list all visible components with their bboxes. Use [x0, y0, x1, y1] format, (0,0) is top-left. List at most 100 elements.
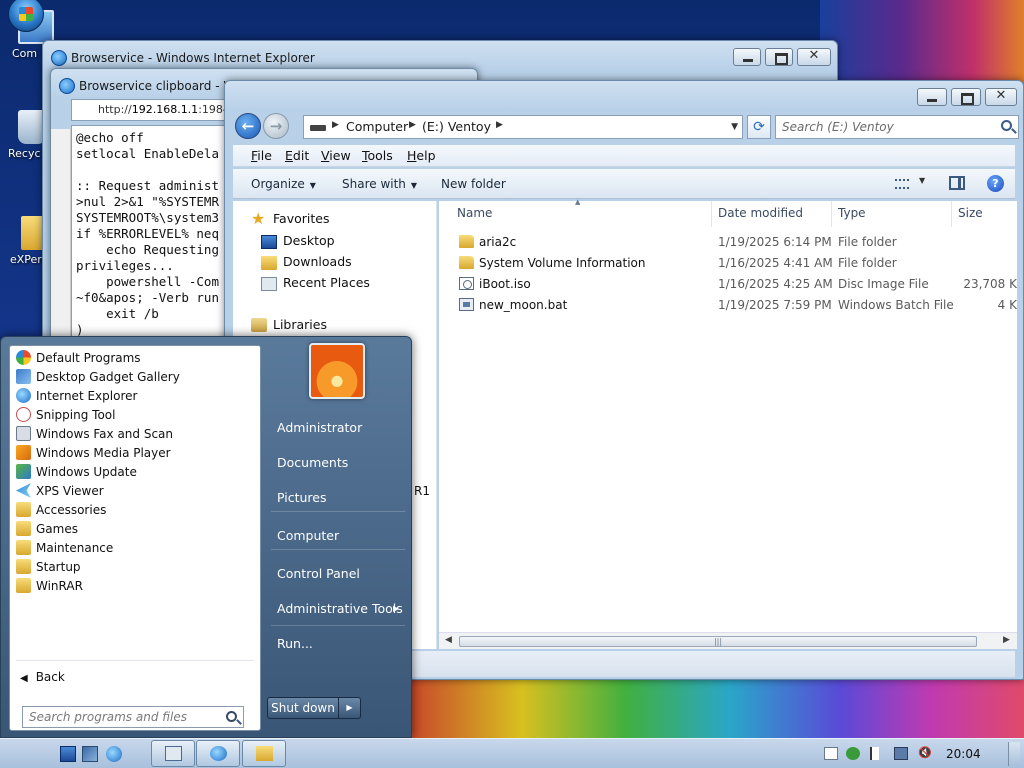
- scroll-left-icon[interactable]: ◀: [445, 635, 452, 645]
- scroll-right-icon[interactable]: ▶: [1003, 635, 1010, 645]
- search-programs-input[interactable]: Search programs and files: [22, 706, 244, 728]
- program-item[interactable]: Windows Update: [14, 462, 254, 481]
- user-picture[interactable]: [309, 343, 365, 399]
- flag-icon[interactable]: [870, 747, 884, 760]
- minimize-button[interactable]: [733, 48, 761, 66]
- file-date: 1/16/2025 4:41 AM: [718, 256, 833, 270]
- security-tray-icon[interactable]: [846, 747, 860, 760]
- maximize-button[interactable]: [951, 88, 981, 106]
- start-right-item[interactable]: Pictures: [277, 490, 327, 505]
- column-name[interactable]: Name: [457, 206, 492, 220]
- refresh-icon: ⟳: [753, 119, 765, 135]
- start-right-item[interactable]: Computer: [277, 528, 339, 543]
- program-item[interactable]: Accessories: [14, 500, 254, 519]
- scrollbar-thumb[interactable]: |||: [459, 636, 977, 647]
- shutdown-options-button[interactable]: ▶: [339, 697, 361, 719]
- program-label: Windows Media Player: [36, 446, 171, 460]
- taskbar-button-browservice[interactable]: [151, 740, 195, 767]
- column-divider[interactable]: [951, 201, 952, 227]
- menu-tools[interactable]: Tools: [362, 148, 393, 163]
- close-button[interactable]: ✕: [985, 88, 1017, 106]
- file-row[interactable]: System Volume Information 1/16/2025 4:41 …: [439, 253, 1017, 274]
- column-size[interactable]: Size: [958, 206, 983, 220]
- column-date-modified[interactable]: Date modified: [718, 206, 803, 220]
- file-type: Disc Image File: [838, 277, 929, 291]
- minimize-button[interactable]: [917, 88, 947, 106]
- nav-item-recent-places[interactable]: Recent Places: [283, 275, 370, 290]
- column-divider[interactable]: [711, 201, 712, 227]
- start-right-item[interactable]: Administrative Tools: [277, 601, 403, 616]
- show-desktop-icon[interactable]: [60, 746, 76, 762]
- file-row[interactable]: new_moon.bat 1/19/2025 7:59 PM Windows Bat…: [439, 295, 1017, 316]
- forward-button[interactable]: →: [263, 113, 289, 139]
- ie-quicklaunch-icon[interactable]: [106, 746, 122, 762]
- switch-windows-icon[interactable]: [82, 746, 98, 762]
- refresh-button[interactable]: ⟳: [747, 115, 771, 139]
- file-name: new_moon.bat: [479, 298, 568, 312]
- file-list: ▲ Name Date modified Type Size aria2c 1/1…: [439, 198, 1017, 649]
- clipboard-text-area[interactable]: @echo off setlocal EnableDela:: Request a…: [71, 125, 231, 345]
- downloads-icon: [261, 256, 277, 270]
- breadcrumb-item[interactable]: Computer: [346, 119, 408, 134]
- nav-item-desktop[interactable]: Desktop: [283, 233, 335, 248]
- shutdown-button[interactable]: Shut down: [267, 697, 339, 719]
- back-button[interactable]: ◀ Back: [20, 670, 65, 684]
- media-player-icon: [16, 445, 31, 460]
- file-row[interactable]: aria2c 1/19/2025 6:14 PM File folder: [439, 232, 1017, 253]
- program-item[interactable]: XPS Viewer: [14, 481, 254, 500]
- nav-libraries[interactable]: Libraries: [273, 317, 327, 332]
- program-item[interactable]: WinRAR: [14, 576, 254, 595]
- chevron-down-icon[interactable]: ▼: [731, 122, 738, 132]
- menu-help[interactable]: Help: [407, 148, 436, 163]
- volume-muted-icon[interactable]: 🔇: [918, 747, 932, 760]
- menu-edit[interactable]: Edit: [285, 148, 309, 163]
- start-right-item[interactable]: Control Panel: [277, 566, 360, 581]
- program-item[interactable]: Maintenance: [14, 538, 254, 557]
- clock[interactable]: 20:04: [946, 747, 981, 761]
- taskbar-button-explorer[interactable]: [242, 740, 286, 767]
- program-item[interactable]: Windows Media Player: [14, 443, 254, 462]
- column-type[interactable]: Type: [838, 206, 866, 220]
- nav-favorites[interactable]: Favorites: [273, 211, 329, 226]
- file-type: File folder: [838, 256, 897, 270]
- program-item[interactable]: Windows Fax and Scan: [14, 424, 254, 443]
- program-item[interactable]: Games: [14, 519, 254, 538]
- file-row[interactable]: iBoot.iso 1/16/2025 4:25 AM Disc Image Fil…: [439, 274, 1017, 295]
- program-item[interactable]: Snipping Tool: [14, 405, 254, 424]
- start-right-item[interactable]: Run...: [277, 636, 313, 651]
- preview-pane-button[interactable]: [949, 176, 965, 190]
- menu-file[interactable]: File: [251, 148, 272, 163]
- start-right-item[interactable]: Documents: [277, 455, 348, 470]
- back-button[interactable]: ←: [235, 113, 261, 139]
- nav-item-downloads[interactable]: Downloads: [283, 254, 352, 269]
- maximize-button[interactable]: [765, 48, 793, 66]
- close-button[interactable]: ✕: [797, 48, 831, 66]
- show-desktop-button[interactable]: [1008, 742, 1020, 766]
- new-folder-button[interactable]: New folder: [441, 177, 506, 191]
- breadcrumb-item[interactable]: (E:) Ventoy: [422, 119, 491, 134]
- chevron-down-icon: ▼: [919, 176, 926, 185]
- program-item[interactable]: Desktop Gadget Gallery: [14, 367, 254, 386]
- change-view-button[interactable]: ▼: [893, 176, 931, 192]
- program-label: XPS Viewer: [36, 484, 104, 498]
- clipboard-tray-icon[interactable]: [824, 747, 838, 760]
- menu-view[interactable]: View: [321, 148, 351, 163]
- search-input[interactable]: Search (E:) Ventoy: [775, 115, 1019, 139]
- start-right-item[interactable]: Administrator: [277, 420, 362, 435]
- help-button[interactable]: ?: [987, 175, 1004, 192]
- program-item[interactable]: Internet Explorer: [14, 386, 254, 405]
- code-line: setlocal EnableDela: [76, 146, 219, 161]
- close-icon: ✕: [808, 48, 820, 63]
- organize-button[interactable]: Organize ▼: [251, 177, 316, 191]
- file-name: aria2c: [479, 235, 517, 249]
- program-item[interactable]: Default Programs: [14, 348, 254, 367]
- taskbar-button-ie[interactable]: [196, 740, 240, 767]
- breadcrumb[interactable]: ▶ Computer ▶ (E:) Ventoy ▶ ▼: [303, 115, 743, 139]
- column-divider[interactable]: [831, 201, 832, 227]
- horizontal-scrollbar[interactable]: ◀ ||| ▶: [439, 632, 1017, 649]
- program-item[interactable]: Startup: [14, 557, 254, 576]
- network-icon[interactable]: [894, 747, 908, 760]
- triangle-left-icon: ◀: [20, 673, 28, 684]
- share-with-button[interactable]: Share with ▼: [342, 177, 417, 191]
